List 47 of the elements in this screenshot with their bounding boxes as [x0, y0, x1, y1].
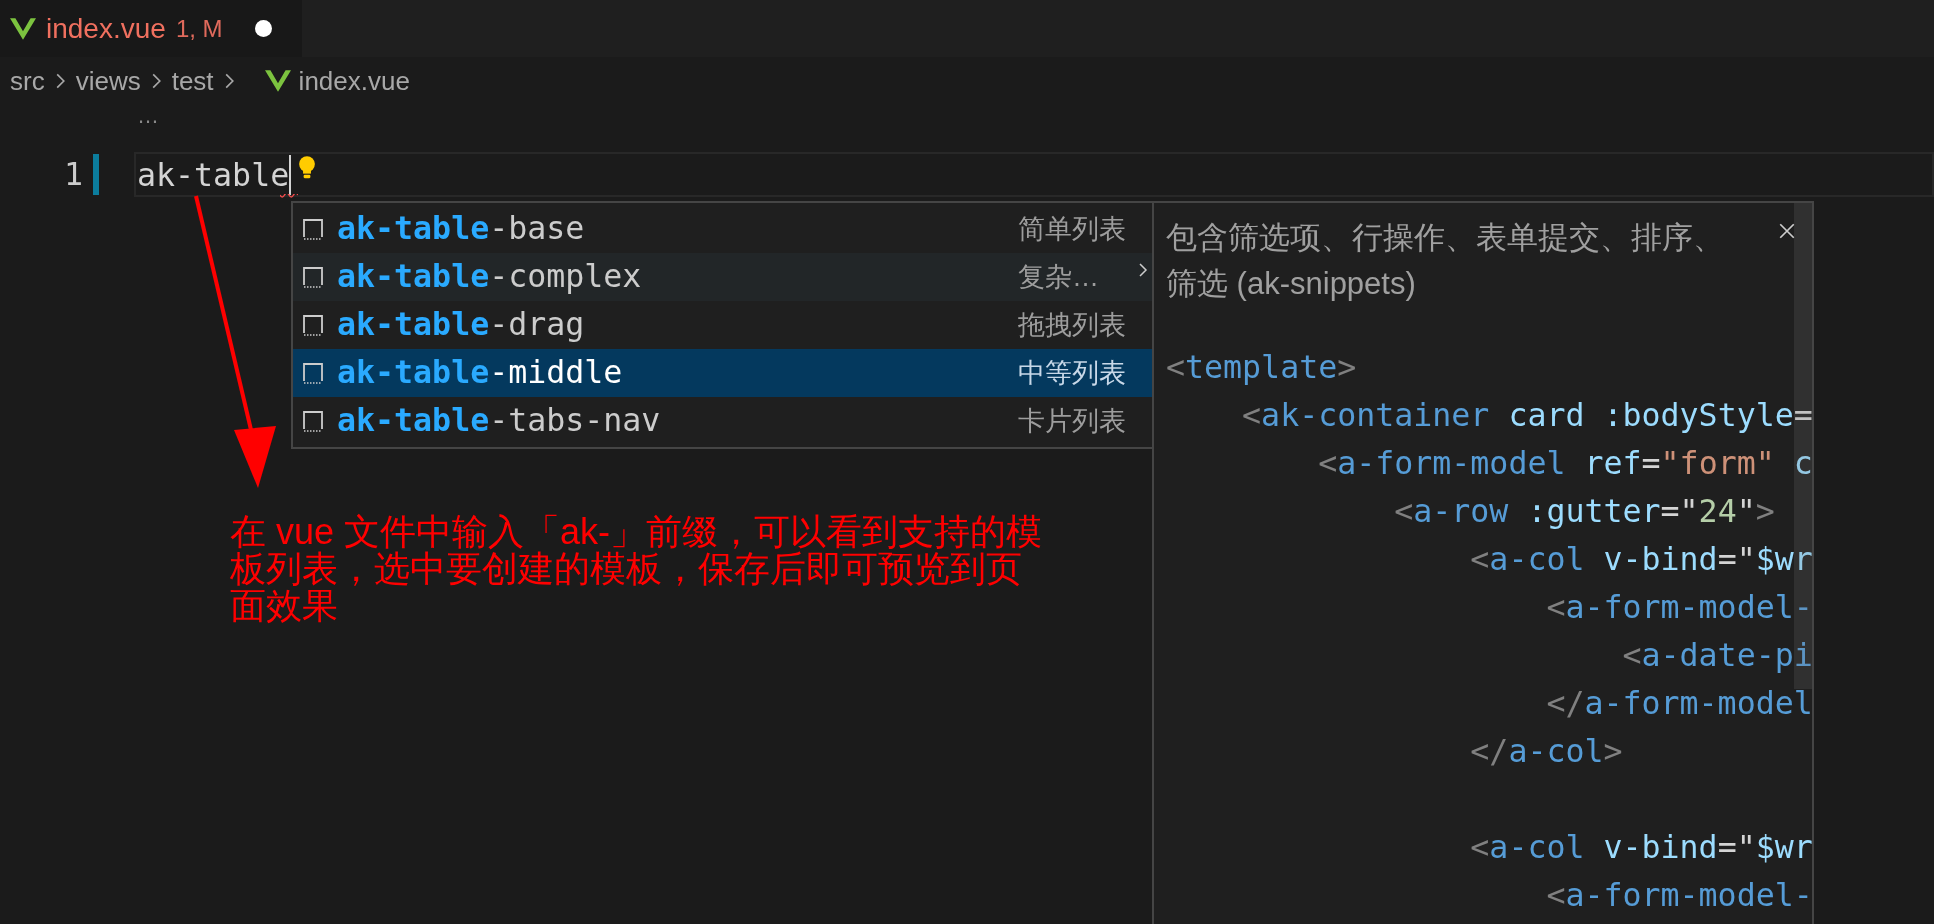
- suggestion-item[interactable]: ak-table-complex 复杂…: [293, 253, 1152, 301]
- chevron-icon: [54, 72, 66, 90]
- code-line: <a-row :gutter="24">: [1393, 492, 1776, 531]
- suggestion-detail: 简单列表: [1018, 212, 1127, 246]
- snippet-icon: [301, 361, 325, 385]
- suggestion-detail: 复杂…: [1018, 260, 1100, 294]
- vue-logo-icon: [10, 17, 36, 40]
- code-line: <ak-container card :bodyStyle=: [1241, 396, 1812, 435]
- problem-count: 1, M: [175, 13, 223, 44]
- code-line: <a-form-model-: [1545, 588, 1812, 627]
- snippet-icon: [301, 265, 325, 289]
- chevron-icon: [223, 72, 235, 90]
- modified-gutter-bar: [93, 154, 99, 195]
- code-line: <a-form-model ref="form" c: [1317, 444, 1812, 483]
- close-icon[interactable]: [1778, 222, 1796, 240]
- lightbulb-icon[interactable]: [298, 155, 316, 181]
- chevron-icon: [1138, 261, 1148, 279]
- breadcrumb-item[interactable]: src: [10, 61, 45, 101]
- snippet-icon: [301, 409, 325, 433]
- breadcrumb-item[interactable]: index.vue: [298, 61, 410, 101]
- annotation-text: 在 vue 文件中输入「ak-」前缀，可以看到支持的模板列表，选中要创建的模板，保存后即可预览到页面效果: [230, 513, 1044, 624]
- chevron-icon: [150, 72, 162, 90]
- snippet-icon: [301, 217, 325, 241]
- code-text: ak-table: [137, 154, 292, 195]
- folded-marker: …: [137, 105, 159, 127]
- code-line: <template>: [1166, 348, 1358, 387]
- suggestion-detail: 拖拽列表: [1018, 308, 1127, 342]
- suggestion-item[interactable]: ak-table-middle 中等列表: [293, 349, 1152, 397]
- suggestion-item[interactable]: ak-table-tabs-nav 卡片列表: [293, 397, 1152, 445]
- code-line: <a-col v-bind="$wr: [1469, 540, 1812, 579]
- vue-logo-icon: [264, 70, 291, 92]
- code-line: </a-col>: [1469, 732, 1624, 771]
- snippet-description: 包含筛选项、行操作、表单提交、排序、筛选 (ak-snippets): [1166, 219, 1725, 303]
- suggestion-item[interactable]: ak-table-base 简单列表: [293, 205, 1152, 253]
- suggestion-detail: 卡片列表: [1018, 404, 1127, 438]
- snippet-icon: [301, 313, 325, 337]
- breadcrumb-item[interactable]: views: [75, 61, 141, 101]
- suggestion-item[interactable]: ak-table-drag 拖拽列表: [293, 301, 1152, 349]
- line-number: 1: [64, 154, 84, 194]
- code-line: <a-form-model-: [1545, 876, 1812, 915]
- code-line: <a-col v-bind="$wr: [1469, 828, 1812, 867]
- tab-title: index.vue: [46, 11, 166, 46]
- suggestion-detail: 中等列表: [1018, 356, 1127, 390]
- code-line: </a-form-model: [1545, 684, 1812, 723]
- code-line: <a-date-pi: [1621, 636, 1812, 675]
- breadcrumb-item[interactable]: test: [171, 61, 214, 101]
- editor-tab[interactable]: index.vue 1, M: [0, 0, 302, 57]
